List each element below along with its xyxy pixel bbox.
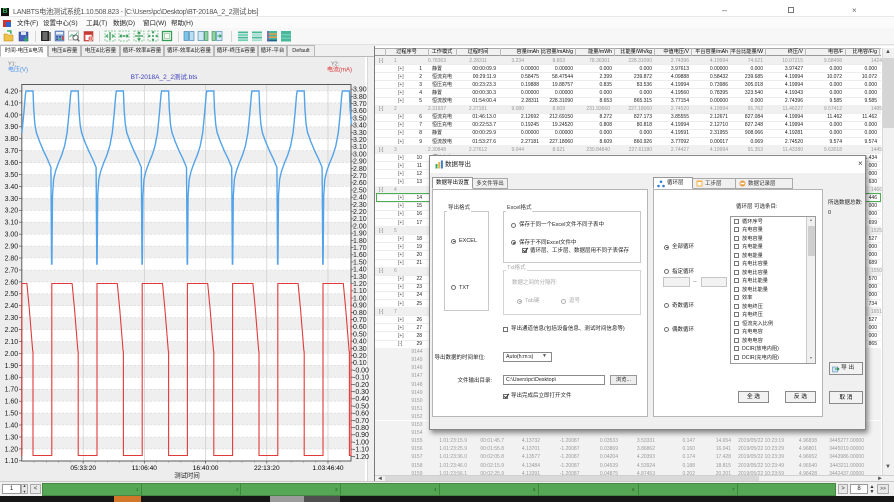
svg-text:电压(V): 电压(V) (8, 66, 28, 74)
svg-text:16:40:00: 16:40:00 (193, 465, 219, 472)
svg-text:05:33:20: 05:33:20 (70, 465, 96, 472)
svg-text:3.80: 3.80 (353, 94, 367, 101)
svg-text:2.70: 2.70 (5, 267, 19, 274)
svg-text:3.30: 3.30 (5, 196, 19, 203)
svg-text:3.80: 3.80 (5, 136, 19, 143)
svg-text:-0.30: -0.30 (353, 389, 369, 396)
svg-text:1.60: 1.60 (5, 399, 19, 406)
svg-text:4.10: 4.10 (5, 100, 19, 107)
svg-text:1.90: 1.90 (5, 363, 19, 370)
svg-text:4.00: 4.00 (5, 112, 19, 119)
svg-text:1.30: 1.30 (353, 274, 367, 281)
svg-text:2.80: 2.80 (5, 255, 19, 262)
svg-text:1.10: 1.10 (5, 458, 19, 465)
svg-text:2.30: 2.30 (353, 202, 367, 209)
svg-text:3.90: 3.90 (353, 87, 367, 94)
svg-text:2.80: 2.80 (353, 166, 367, 173)
svg-text:1.70: 1.70 (5, 387, 19, 394)
svg-text:3.60: 3.60 (353, 108, 367, 115)
svg-text:1.20: 1.20 (353, 281, 367, 288)
svg-text:测试时间: 测试时间 (174, 471, 200, 480)
svg-text:3.50: 3.50 (353, 115, 367, 122)
svg-text:2.10: 2.10 (353, 216, 367, 223)
svg-text:-0.20: -0.20 (353, 382, 369, 389)
svg-text:1.60: 1.60 (353, 252, 367, 259)
svg-text:2.10: 2.10 (5, 339, 19, 346)
svg-text:0.20: 0.20 (353, 353, 367, 360)
svg-text:2.60: 2.60 (353, 180, 367, 187)
svg-text:1.30: 1.30 (5, 434, 19, 441)
svg-text:2.40: 2.40 (5, 303, 19, 310)
svg-text:3.20: 3.20 (353, 137, 367, 144)
svg-text:1.90: 1.90 (353, 231, 367, 238)
svg-text:3.10: 3.10 (5, 220, 19, 227)
svg-text:0.70: 0.70 (353, 317, 367, 324)
svg-text:0.60: 0.60 (353, 324, 367, 331)
svg-text:22:13:20: 22:13:20 (254, 465, 280, 472)
svg-text:1.70: 1.70 (353, 245, 367, 252)
svg-text:2.50: 2.50 (353, 187, 367, 194)
svg-text:11:06:40: 11:06:40 (132, 465, 158, 472)
svg-text:-0.60: -0.60 (353, 411, 369, 418)
svg-text:3.40: 3.40 (353, 123, 367, 130)
svg-text:0.80: 0.80 (353, 310, 367, 317)
svg-text:-1.00: -1.00 (353, 439, 369, 446)
svg-text:3.20: 3.20 (5, 208, 19, 215)
svg-text:-0.80: -0.80 (353, 425, 369, 432)
svg-text:-0.10: -0.10 (353, 375, 369, 382)
svg-text:2.40: 2.40 (353, 195, 367, 202)
svg-text:0.40: 0.40 (353, 339, 367, 346)
svg-text:3.40: 3.40 (5, 184, 19, 191)
svg-text:3.00: 3.00 (353, 151, 367, 158)
svg-text:1.00: 1.00 (353, 295, 367, 302)
svg-text:-1.10: -1.10 (353, 447, 369, 454)
svg-text:3.70: 3.70 (353, 101, 367, 108)
svg-text:2.30: 2.30 (5, 315, 19, 322)
svg-text:1.10: 1.10 (353, 288, 367, 295)
svg-text:2.00: 2.00 (5, 351, 19, 358)
svg-text:-0.70: -0.70 (353, 418, 369, 425)
svg-text:1.50: 1.50 (5, 411, 19, 418)
svg-text:0.50: 0.50 (353, 331, 367, 338)
svg-text:BT-2018A_2_2测试.bts: BT-2018A_2_2测试.bts (131, 72, 199, 81)
svg-text:1.40: 1.40 (5, 422, 19, 429)
svg-text:-0.50: -0.50 (353, 403, 369, 410)
svg-text:电流(mA): 电流(mA) (327, 66, 352, 74)
svg-text:2.00: 2.00 (353, 223, 367, 230)
svg-text:1.50: 1.50 (353, 259, 367, 266)
svg-text:-1.20: -1.20 (353, 454, 369, 461)
svg-text:3.60: 3.60 (5, 160, 19, 167)
svg-text:2.90: 2.90 (353, 159, 367, 166)
svg-text:0.30: 0.30 (353, 346, 367, 353)
svg-text:2.70: 2.70 (353, 173, 367, 180)
svg-text:4.20: 4.20 (5, 88, 19, 95)
svg-text:1.20: 1.20 (5, 446, 19, 453)
svg-text:3.00: 3.00 (5, 232, 19, 239)
svg-text:3.30: 3.30 (353, 130, 367, 137)
svg-text:3.90: 3.90 (5, 124, 19, 131)
svg-text:-0.90: -0.90 (353, 432, 369, 439)
svg-text:1.40: 1.40 (353, 267, 367, 274)
svg-text:2.20: 2.20 (353, 209, 367, 216)
svg-text:1.03:46:40: 1.03:46:40 (312, 465, 343, 472)
svg-text:1.80: 1.80 (5, 375, 19, 382)
svg-text:2.90: 2.90 (5, 244, 19, 251)
svg-text:3.70: 3.70 (5, 148, 19, 155)
svg-text:2.50: 2.50 (5, 291, 19, 298)
svg-text:0.90: 0.90 (353, 303, 367, 310)
svg-text:2.20: 2.20 (5, 327, 19, 334)
svg-text:-0.00: -0.00 (353, 367, 369, 374)
svg-text:3.50: 3.50 (5, 172, 19, 179)
svg-text:0.10: 0.10 (353, 360, 367, 367)
svg-text:!: ! (90, 36, 91, 41)
svg-text:3.10: 3.10 (353, 144, 367, 151)
svg-text:1.80: 1.80 (353, 238, 367, 245)
svg-text:2.60: 2.60 (5, 279, 19, 286)
svg-text:-0.40: -0.40 (353, 396, 369, 403)
